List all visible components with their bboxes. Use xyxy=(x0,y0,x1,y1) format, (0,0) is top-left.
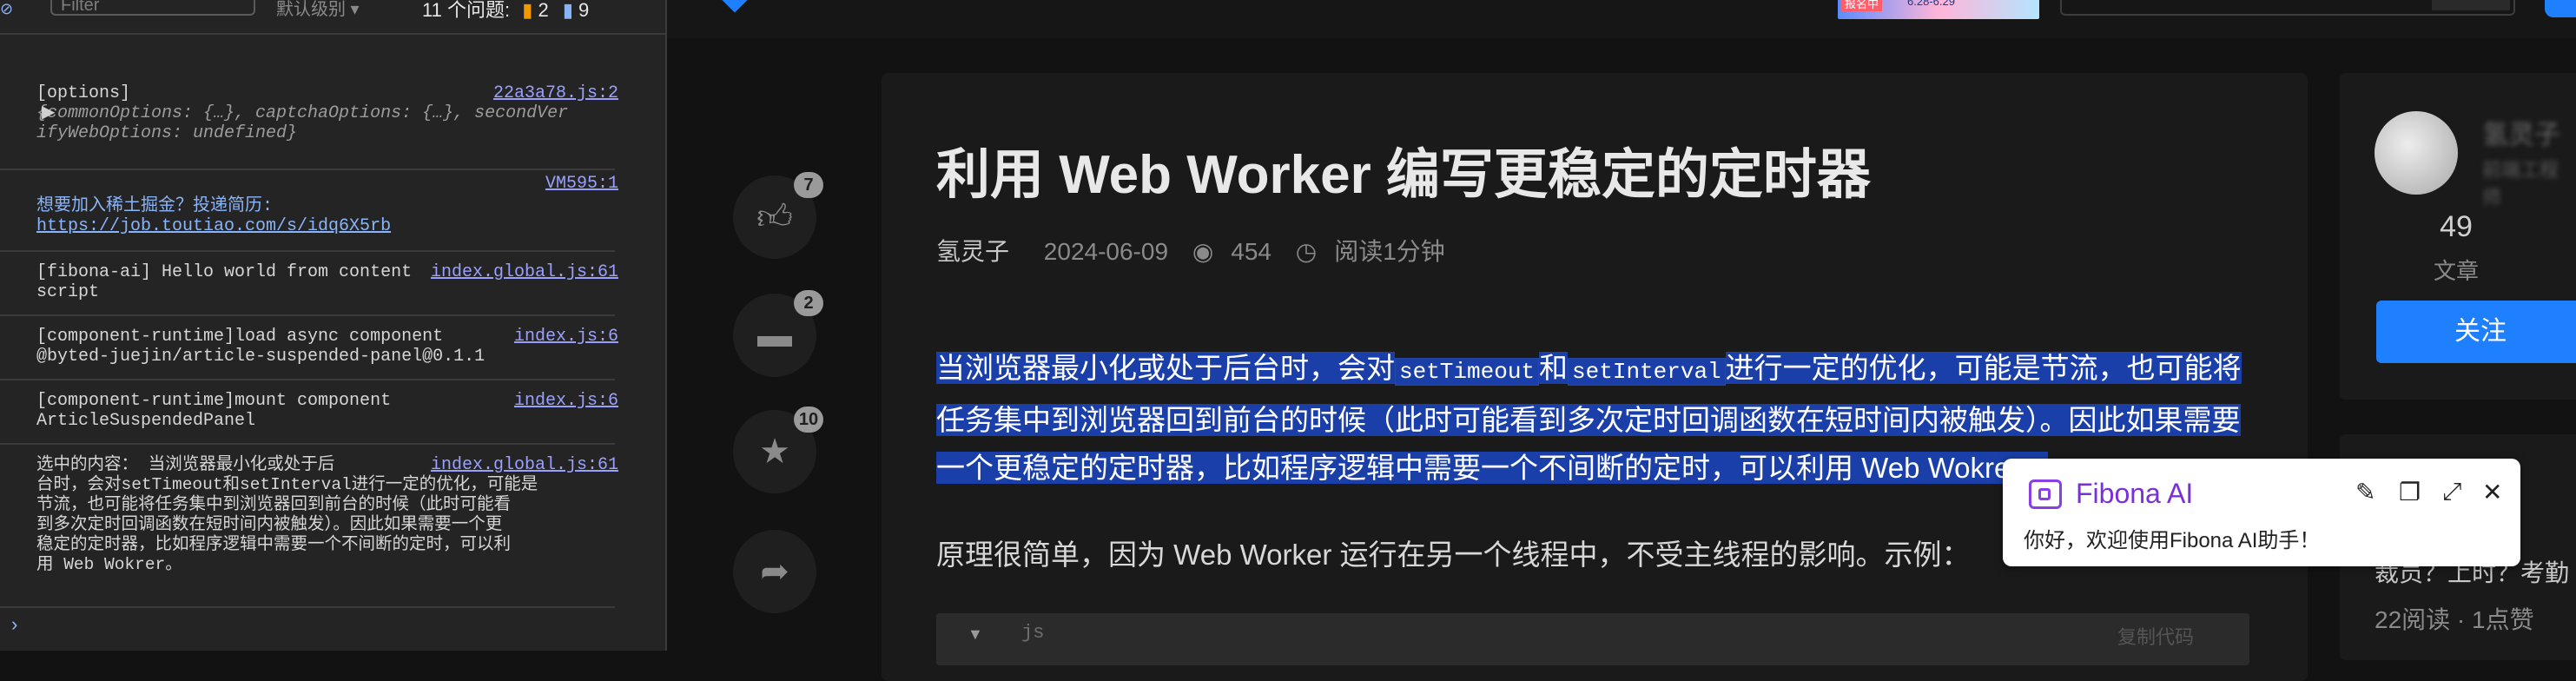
issues-info-count: 9 xyxy=(578,0,590,21)
console-entry: index.js:6 [component-runtime]mount comp… xyxy=(0,391,618,445)
entry-object-line: ifyWebOptions: undefined} xyxy=(36,123,298,143)
code-language: js xyxy=(1021,622,1045,644)
collect-count: 10 xyxy=(794,407,823,433)
eye-icon: ◉ xyxy=(1192,238,1214,265)
entry-text: @byted-juejin/article-suspended-panel@0.… xyxy=(36,347,485,367)
article-meta: 氢灵子 2024-06-09 ◉ 454 ◷ 阅读1分钟 xyxy=(936,233,1463,268)
devtools-console: ⊘ Filter 默认级别 ▾ 11 个问题: ▮ 2 ▮ 9 22a3a78.… xyxy=(0,0,667,651)
follow-button[interactable]: 关注 xyxy=(2376,301,2576,363)
code-block: ▼ js 复制代码 xyxy=(936,613,2249,665)
header-user-button[interactable] xyxy=(2545,0,2576,17)
article-title: 利用 Web Worker 编写更稳定的定时器 xyxy=(936,145,1871,205)
entry-text: 台时，会对setTimeout和setInterval进行一定的优化，可能是 xyxy=(36,475,538,494)
source-link[interactable]: index.js:6 xyxy=(514,391,618,411)
entry-object[interactable]: ▶ {commonOptions: {…}, captchaOptions: {… xyxy=(36,103,615,143)
inline-code: setTimeout xyxy=(1395,358,1540,386)
log-level-dropdown[interactable]: 默认级别 ▾ xyxy=(276,0,360,20)
comment-count: 2 xyxy=(794,290,823,316)
pen-icon[interactable]: ✎ xyxy=(2355,478,2375,506)
clear-console-icon[interactable]: ⊘ xyxy=(0,0,13,19)
banner-tag: 报名中 xyxy=(1841,0,1883,11)
console-entry: VM595:1 想要加入稀土掘金？投递简历: https://job.touti… xyxy=(0,174,618,252)
share-button[interactable]: ➦ xyxy=(733,530,816,613)
author-avatar[interactable] xyxy=(2375,111,2458,195)
close-icon[interactable]: ✕ xyxy=(2482,478,2502,506)
entry-text: 到多次定时回调函数在短时间内被触发）。因此如果需要一个更 xyxy=(36,515,503,534)
fibona-message: 你好，欢迎使用Fibona AI助手！ xyxy=(2024,529,2321,552)
copy-code-button[interactable]: 复制代码 xyxy=(2117,622,2194,650)
console-entry: index.global.js:61 选中的内容： 当浏览器最小化或处于后 台时… xyxy=(0,455,618,608)
filter-input[interactable]: Filter xyxy=(50,0,255,16)
source-link[interactable]: 22a3a78.js:2 xyxy=(493,83,618,103)
console-entry: 22a3a78.js:2 [options] ▶ {commonOptions:… xyxy=(0,83,618,170)
author-title-blurred: 前端工程师 xyxy=(2482,159,2559,208)
console-entry: index.js:6 [component-runtime]load async… xyxy=(0,327,618,380)
like-count: 7 xyxy=(794,172,823,198)
banner-date: 6.28-6.29 xyxy=(1907,0,1955,8)
entry-text: 用 Web Wokrer。 xyxy=(36,555,182,574)
like-button[interactable]: 👍︎ 7 xyxy=(733,172,823,259)
comment-button[interactable]: ▬ 2 xyxy=(733,290,823,377)
articles-label: 文章 xyxy=(2433,258,2479,284)
console-toolbar: ⊘ Filter 默认级别 ▾ 11 个问题: ▮ 2 ▮ 9 xyxy=(0,0,665,35)
selected-text: 当浏览器最小化或处于后台时，会对 xyxy=(936,352,1395,384)
clock-icon: ◷ xyxy=(1295,238,1318,265)
search-button[interactable] xyxy=(2432,0,2510,10)
source-link[interactable]: VM595:1 xyxy=(545,174,618,194)
view-count: 454 xyxy=(1231,238,1271,265)
info-icon: ▮ xyxy=(562,0,573,21)
source-link[interactable]: index.js:6 xyxy=(514,327,618,347)
source-link[interactable]: index.global.js:61 xyxy=(431,455,618,475)
search-input[interactable] xyxy=(2060,0,2515,16)
warning-icon: ▮ xyxy=(522,0,533,21)
expand-icon[interactable]: ⤢ xyxy=(2442,478,2461,506)
fibona-logo-icon xyxy=(2029,479,2062,509)
issues-label: 11 个问题: xyxy=(422,0,511,21)
event-banner[interactable]: 报名中 6.28-6.29 xyxy=(1838,0,2039,19)
articles-count: 49 xyxy=(2440,210,2473,243)
inline-code: setInterval xyxy=(1568,358,1726,386)
collapse-icon[interactable]: ▼ xyxy=(968,625,983,644)
issues-warning-count: 2 xyxy=(538,0,549,21)
copy-icon[interactable]: ❐ xyxy=(2399,478,2421,506)
author-name[interactable]: 氢灵子 xyxy=(936,238,1009,265)
share-icon: ➦ xyxy=(760,552,789,591)
publish-date: 2024-06-09 xyxy=(1043,238,1169,265)
console-entry: index.global.js:61 [fibona-ai] Hello wor… xyxy=(0,262,618,316)
fibona-ai-popup: Fibona AI ✎ ❐ ⤢ ✕ 你好，欢迎使用Fibona AI助手！ xyxy=(2003,459,2520,566)
collect-button[interactable]: ★ 10 xyxy=(733,407,823,493)
issues-counter[interactable]: 11 个问题: ▮ 2 ▮ 9 xyxy=(422,0,589,23)
related-meta: 22阅读 · 1点赞 xyxy=(2375,606,2534,633)
entry-text: 想要加入稀土掘金？投递简历: xyxy=(36,196,274,216)
read-time: 阅读1分钟 xyxy=(1334,238,1445,265)
source-link[interactable]: index.global.js:61 xyxy=(431,262,618,282)
entry-text: 稳定的定时器，比如程序逻辑中需要一个不间断的定时，可以利 xyxy=(36,535,512,554)
selected-text: 和 xyxy=(1539,352,1569,384)
author-name-blurred[interactable]: 氢灵子 xyxy=(2482,113,2560,151)
entry-text: 节流，也可能将任务集中到浏览器回到前台的时候（此时可能看 xyxy=(36,495,512,514)
entry-text: ArticleSuspendedPanel xyxy=(36,411,256,431)
entry-link[interactable]: https://job.toutiao.com/s/idq6X5rb xyxy=(36,216,615,236)
console-prompt[interactable]: › xyxy=(9,615,20,637)
entry-text: script xyxy=(36,282,100,302)
article-paragraph: 原理很简单，因为 Web Worker 运行在另一个线程中，不受主线程的影响。示… xyxy=(936,539,1971,571)
fibona-title: Fibona AI xyxy=(2076,478,2194,509)
expand-triangle-icon[interactable]: ▶ xyxy=(42,103,55,123)
entry-object-line: {commonOptions: {…}, captchaOptions: {…}… xyxy=(36,103,569,123)
